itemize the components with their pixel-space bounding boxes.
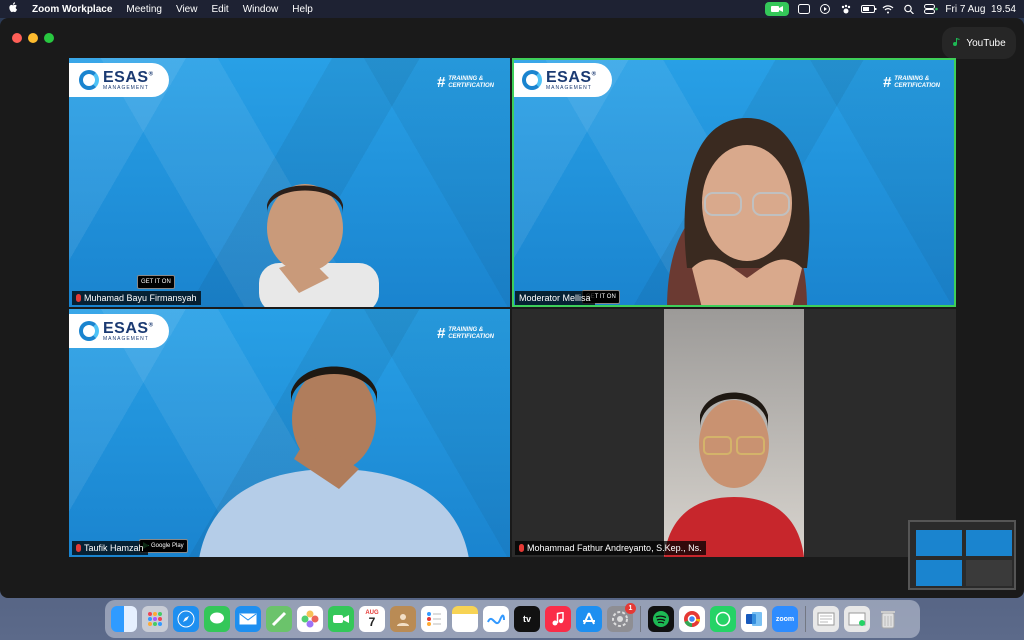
dock-separator xyxy=(805,606,806,632)
participant-name: Mohammad Fathur Andreyanto, S.Kep., Ns. xyxy=(527,543,702,553)
mic-muted-icon xyxy=(76,544,81,552)
reminders-icon[interactable] xyxy=(421,606,447,632)
mail-icon[interactable] xyxy=(235,606,261,632)
battery-icon[interactable] xyxy=(861,4,877,14)
safari-icon[interactable] xyxy=(173,606,199,632)
window-minimize-button[interactable] xyxy=(28,33,38,43)
google-play-badge: GET IT ON xyxy=(137,275,175,289)
video-tile-2[interactable]: ESAS® MANAGEMENT # TRAINING & CERTIFICATIO… xyxy=(512,58,956,307)
dock: AUG 7 tv 1 zoom xyxy=(105,600,920,638)
youtube-label: YouTube xyxy=(966,37,1006,49)
play-icon[interactable] xyxy=(819,4,831,14)
esas-logo: ESAS® MANAGEMENT xyxy=(69,63,169,97)
menu-view[interactable]: View xyxy=(176,4,198,15)
self-view-thumbnail[interactable] xyxy=(908,520,1016,590)
participant-name-tag: Moderator Mellisa xyxy=(515,291,595,305)
paw-icon[interactable] xyxy=(840,4,852,14)
mic-muted-icon xyxy=(76,294,81,302)
participant-name-tag: Taufik Hamzah xyxy=(72,541,148,555)
trash-icon[interactable] xyxy=(875,606,901,632)
app-store-icon[interactable] xyxy=(576,606,602,632)
dock-separator xyxy=(640,606,641,632)
zoom-dock-icon[interactable]: zoom xyxy=(772,606,798,632)
participant-name-tag: Mohammad Fathur Andreyanto, S.Kep., Ns. xyxy=(515,541,706,555)
system-settings-icon[interactable]: 1 xyxy=(607,603,636,632)
window-close-button[interactable] xyxy=(12,33,22,43)
app-menu-zoom[interactable]: Zoom Workplace xyxy=(32,4,112,15)
whatsapp-icon[interactable] xyxy=(710,606,736,632)
translate-icon[interactable] xyxy=(798,4,811,14)
participant-name: Muhamad Bayu Firmansyah xyxy=(84,293,197,303)
mic-muted-icon xyxy=(519,544,524,552)
music-note-icon xyxy=(952,37,961,49)
notes-icon[interactable] xyxy=(452,606,478,632)
participant-video-4 xyxy=(664,309,804,557)
menu-bar: Zoom Workplace Meeting View Edit Window … xyxy=(0,0,1024,18)
finder-icon[interactable] xyxy=(111,606,137,632)
contacts-icon[interactable] xyxy=(390,606,416,632)
downloads-stack-icon[interactable] xyxy=(813,606,839,632)
video-tile-4[interactable]: Mohammad Fathur Andreyanto, S.Kep., Ns. xyxy=(512,309,956,557)
menu-meeting[interactable]: Meeting xyxy=(126,4,162,15)
esas-logo: ESAS® MANAGEMENT xyxy=(69,314,169,348)
participant-video-2 xyxy=(667,118,810,307)
participant-name-tag: Muhamad Bayu Firmansyah xyxy=(72,291,201,305)
zoom-status-icon[interactable] xyxy=(765,2,790,16)
maps-icon[interactable] xyxy=(266,606,292,632)
wifi-icon[interactable] xyxy=(882,4,894,14)
training-certification-tag: # TRAINING & CERTIFICATION xyxy=(436,325,494,342)
apple-tv-icon[interactable]: tv xyxy=(514,606,540,632)
training-certification-tag: # TRAINING & CERTIFICATION xyxy=(882,74,940,91)
video-tile-3[interactable]: ESAS® MANAGEMENT # TRAINING & CERTIFICATIO… xyxy=(69,309,510,557)
window-zoom-button[interactable] xyxy=(44,33,54,43)
esas-emblem-icon xyxy=(79,70,99,90)
word-icon[interactable] xyxy=(741,606,767,632)
menu-help[interactable]: Help xyxy=(292,4,313,15)
participant-name: Taufik Hamzah xyxy=(84,543,144,553)
chrome-icon[interactable] xyxy=(679,606,705,632)
esas-emblem-icon xyxy=(522,70,542,90)
search-icon[interactable] xyxy=(903,4,915,15)
freeform-icon[interactable] xyxy=(483,606,509,632)
launchpad-icon[interactable] xyxy=(142,606,168,632)
training-certification-tag: # TRAINING & CERTIFICATION xyxy=(436,74,494,91)
video-tile-1[interactable]: ESAS® MANAGEMENT # TRAINING & CERTIFICATIO… xyxy=(69,58,510,307)
facetime-icon[interactable] xyxy=(328,606,354,632)
music-icon[interactable] xyxy=(545,606,571,632)
menu-window[interactable]: Window xyxy=(243,4,279,15)
control-center-icon[interactable] xyxy=(924,4,939,14)
settings-badge: 1 xyxy=(625,603,636,614)
apple-menu-icon[interactable] xyxy=(8,2,18,16)
participant-video-1 xyxy=(259,184,379,307)
participant-video-3 xyxy=(199,366,469,557)
messages-icon[interactable] xyxy=(204,606,230,632)
documents-stack-icon[interactable] xyxy=(844,606,870,632)
menubar-clock[interactable]: Fri 7 Aug 19.54 xyxy=(945,4,1016,15)
calendar-icon[interactable]: AUG 7 xyxy=(359,606,385,632)
photos-icon[interactable] xyxy=(297,606,323,632)
menu-edit[interactable]: Edit xyxy=(211,4,228,15)
spotify-icon[interactable] xyxy=(648,606,674,632)
esas-emblem-icon xyxy=(79,321,99,341)
participant-name: Moderator Mellisa xyxy=(519,293,591,303)
youtube-pip-pill[interactable]: YouTube xyxy=(942,27,1016,59)
